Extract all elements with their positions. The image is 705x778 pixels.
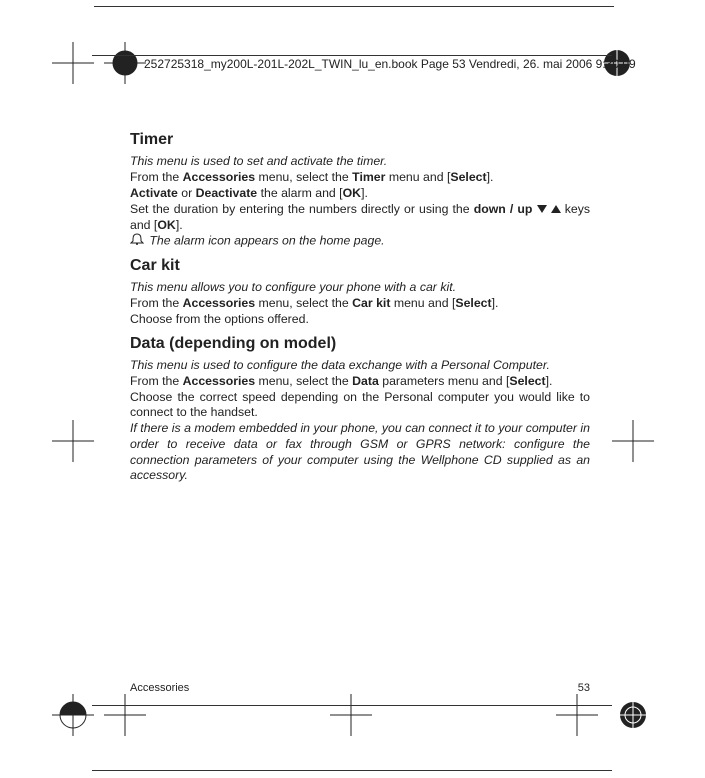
reg-mark-tl [52,42,94,84]
section-title-data: Data (depending on model) [130,334,590,354]
header-rule [92,55,612,56]
footer-section: Accessories [130,682,189,694]
reg-mark-mr [612,420,654,462]
reg-mark-br2 [612,694,654,736]
alarm-icon [130,233,144,250]
data-line3: If there is a modem embedded in your pho… [130,421,590,484]
t: ]. [361,186,368,200]
t: Select [450,170,486,184]
t: Car kit [352,296,390,310]
footer-page-number: 53 [578,682,590,694]
t: OK [343,186,361,200]
page-footer: Accessories 53 [130,682,590,694]
t: ]. [176,218,183,232]
carkit-line1: From the Accessories menu, select the Ca… [130,296,590,312]
t: menu, select the [255,170,352,184]
t: menu, select the [255,296,352,310]
t: or [178,186,196,200]
carkit-intro: This menu allows you to configure your p… [130,280,590,296]
reg-mark-ml [52,420,94,462]
t: Accessories [183,374,255,388]
t: Activate [130,186,178,200]
section-title-timer: Timer [130,130,590,150]
t: Select [509,374,545,388]
timer-line2: Activate or Deactivate the alarm and [OK… [130,186,590,202]
t: Select [455,296,491,310]
data-line2: Choose the correct speed depending on th… [130,390,590,421]
reg-mark-bl2 [104,694,146,736]
t: Set the duration by entering the numbers… [130,202,474,216]
t: Accessories [183,296,255,310]
t: From the [130,170,183,184]
up-arrow-icon [551,202,561,218]
carkit-line2: Choose from the options offered. [130,312,590,328]
t: down / up [474,202,533,216]
page-body: Timer This menu is used to set and activ… [130,130,590,484]
t: Timer [352,170,385,184]
timer-line3: Set the duration by entering the numbers… [130,202,590,234]
bottom-rule [92,770,612,771]
reg-mark-br1 [556,694,598,736]
timer-intro: This menu is used to set and activate th… [130,154,590,170]
t: The alarm icon appears on the home page. [149,234,384,248]
footer-rule [92,705,612,706]
reg-mark-tl2 [104,42,146,84]
t: ]. [546,374,553,388]
timer-line4: The alarm icon appears on the home page. [130,233,590,250]
t: the alarm and [ [257,186,342,200]
t: OK [157,218,175,232]
down-arrow-icon [537,202,547,218]
t: From the [130,296,183,310]
data-line1: From the Accessories menu, select the Da… [130,374,590,390]
t: Data [352,374,379,388]
header-filename: 252725318_my200L-201L-202L_TWIN_lu_en.bo… [144,57,636,71]
t: Accessories [183,170,255,184]
t: ]. [487,170,494,184]
t: parameters menu and [ [379,374,510,388]
reg-mark-bc [330,694,372,736]
t: ]. [492,296,499,310]
section-title-carkit: Car kit [130,256,590,276]
t: menu, select the [255,374,352,388]
reg-mark-bl [52,694,94,736]
t: menu and [ [385,170,450,184]
t: Deactivate [196,186,258,200]
data-intro: This menu is used to configure the data … [130,358,590,374]
t: menu and [ [390,296,455,310]
t: From the [130,374,183,388]
timer-line1: From the Accessories menu, select the Ti… [130,170,590,186]
